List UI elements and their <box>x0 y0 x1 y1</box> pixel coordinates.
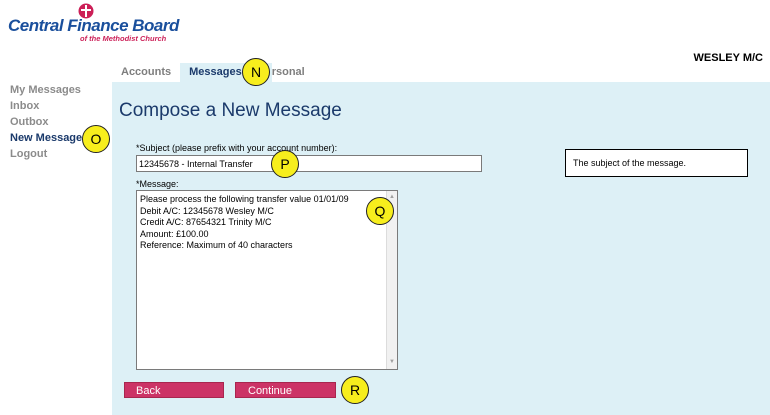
message-textarea[interactable]: Please process the following transfer va… <box>136 190 398 370</box>
callout-q: Q <box>366 197 394 225</box>
brand-title: Central Finance Board <box>8 16 179 35</box>
continue-button[interactable]: Continue <box>235 382 336 398</box>
account-name: WESLEY M/C <box>693 52 763 64</box>
subject-label: *Subject (please prefix with your accoun… <box>136 143 338 153</box>
sidebar-item-logout[interactable]: Logout <box>10 146 82 162</box>
subject-input[interactable] <box>136 155 482 172</box>
tab-personal[interactable]: rsonal <box>272 63 314 82</box>
logo: Central Finance Board of the Methodist C… <box>8 3 179 45</box>
scroll-down-icon[interactable]: ▼ <box>387 357 397 368</box>
callout-n: N <box>242 58 270 86</box>
sidebar-item-inbox[interactable]: Inbox <box>10 98 82 114</box>
tab-bar: Accounts Messages rsonal <box>112 63 314 82</box>
callout-p: P <box>271 150 299 178</box>
callout-o: O <box>82 125 110 153</box>
message-text: Please process the following transfer va… <box>140 194 349 251</box>
sidebar-item-new-message[interactable]: New Message <box>10 130 82 146</box>
callout-r: R <box>341 376 369 404</box>
sidebar-item-outbox[interactable]: Outbox <box>10 114 82 130</box>
page-title: Compose a New Message <box>119 100 342 121</box>
sidebar: My Messages Inbox Outbox New Message Log… <box>10 82 82 162</box>
brand-subtitle: of the Methodist Church <box>80 34 167 43</box>
message-label: *Message: <box>136 179 179 189</box>
help-tooltip: The subject of the message. <box>565 149 748 177</box>
tab-accounts[interactable]: Accounts <box>112 63 180 82</box>
sidebar-item-my-messages[interactable]: My Messages <box>10 82 82 98</box>
back-button[interactable]: Back <box>124 382 224 398</box>
